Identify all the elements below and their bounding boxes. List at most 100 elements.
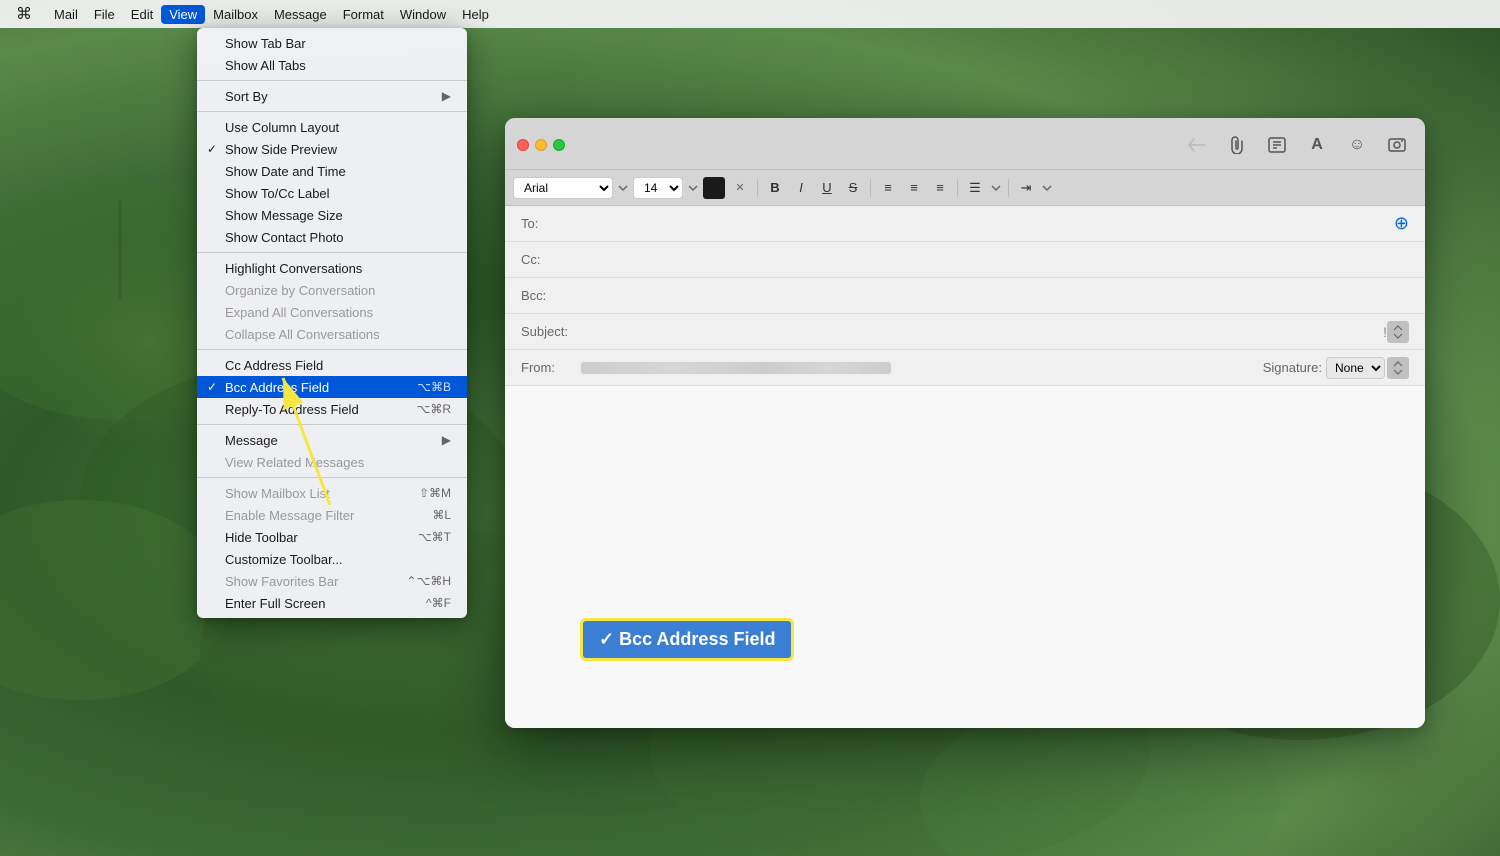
menu-item-message[interactable]: Message ▶ [197,429,467,451]
menu-label: Show Message Size [225,208,343,223]
strikethrough-button[interactable]: S [842,177,864,199]
menu-item-enter-full-screen[interactable]: Enter Full Screen ^⌘F [197,592,467,614]
menu-separator-3 [197,252,467,253]
align-left-button[interactable]: ≡ [877,177,899,199]
compose-body[interactable] [505,386,1425,728]
bold-button[interactable]: B [764,177,786,199]
bcc-field-row: Bcc: [505,278,1425,314]
menubar-message[interactable]: Message [266,5,335,24]
menubar-window[interactable]: Window [392,5,454,24]
fmt-separator-3 [957,179,958,197]
menu-label: Cc Address Field [225,358,323,373]
align-center-button[interactable]: ≡ [903,177,925,199]
view-dropdown-menu: Show Tab Bar Show All Tabs Sort By ▶ Use… [197,28,467,618]
underline-button[interactable]: U [816,177,838,199]
signature-select[interactable]: None [1326,357,1385,379]
bcc-label: Bcc: [521,288,581,303]
menubar-mailbox[interactable]: Mailbox [205,5,266,24]
apple-menu[interactable]: ⌘ [8,2,40,26]
list-button[interactable]: ☰ [964,177,986,199]
menubar-view[interactable]: View [161,5,205,24]
menu-item-use-column-layout[interactable]: Use Column Layout [197,116,467,138]
menu-item-show-tocc-label[interactable]: Show To/Cc Label [197,182,467,204]
menu-item-show-contact-photo[interactable]: Show Contact Photo [197,226,467,248]
menu-label: Show Mailbox List [225,486,330,501]
menu-label: View Related Messages [225,455,364,470]
menu-label: Enable Message Filter [225,508,354,523]
address-button[interactable] [1261,129,1293,161]
shortcut-label: ⌃⌥⌘H [406,574,451,588]
menu-item-view-related: View Related Messages [197,451,467,473]
subject-field-row: Subject: ! [505,314,1425,350]
subject-stepper[interactable] [1387,321,1409,343]
menu-label: Enter Full Screen [225,596,325,611]
from-field-row: From: Signature: None [505,350,1425,386]
italic-button[interactable]: I [790,177,812,199]
menu-label: Show Contact Photo [225,230,344,245]
bcc-input[interactable] [581,286,1409,305]
menu-item-highlight-conversations[interactable]: Highlight Conversations [197,257,467,279]
callout-label: ✓ Bcc Address Field [580,618,794,661]
align-right-button[interactable]: ≡ [929,177,951,199]
menu-item-reply-to-address[interactable]: Reply-To Address Field ⌥⌘R [197,398,467,420]
font-button[interactable]: A [1301,129,1333,161]
subject-label: Subject: [521,324,581,339]
minimize-button[interactable] [535,139,547,151]
menu-item-show-side-preview[interactable]: ✓ Show Side Preview [197,138,467,160]
formatting-bar: Arial 14 ✕ B I U S ≡ ≡ ≡ ☰ ⇥ [505,170,1425,206]
close-button[interactable] [517,139,529,151]
menu-item-show-tab-bar[interactable]: Show Tab Bar [197,32,467,54]
menubar-format[interactable]: Format [335,5,392,24]
menu-item-sort-by[interactable]: Sort By ▶ [197,85,467,107]
fmt-separator-2 [870,179,871,197]
subject-input[interactable] [581,322,1379,341]
menu-item-bcc-address-field[interactable]: ✓ Bcc Address Field ⌥⌘B [197,376,467,398]
to-input[interactable] [581,214,1390,233]
menu-item-customize-toolbar[interactable]: Customize Toolbar... [197,548,467,570]
menubar-file[interactable]: File [86,5,123,24]
menu-item-enable-filter: Enable Message Filter ⌘L [197,504,467,526]
size-select[interactable]: 14 [633,177,683,199]
from-label: From: [521,360,581,375]
menu-separator-5 [197,424,467,425]
font-select[interactable]: Arial [513,177,613,199]
menu-label: Expand All Conversations [225,305,373,320]
menu-label: Show Favorites Bar [225,574,338,589]
menu-item-collapse-conversations: Collapse All Conversations [197,323,467,345]
menubar-mail[interactable]: Mail [46,5,86,24]
signature-stepper[interactable] [1387,357,1409,379]
menubar-edit[interactable]: Edit [123,5,161,24]
submenu-arrow-icon: ▶ [442,89,451,103]
menu-item-hide-toolbar[interactable]: Hide Toolbar ⌥⌘T [197,526,467,548]
cc-input[interactable] [581,250,1409,269]
maximize-button[interactable] [553,139,565,151]
indent-button[interactable]: ⇥ [1015,177,1037,199]
photo-button[interactable] [1381,129,1413,161]
window-toolbar: A ☺ [505,118,1425,170]
shortcut-label: ⌥⌘B [417,380,451,394]
back-button [1181,129,1213,161]
menu-item-show-all-tabs[interactable]: Show All Tabs [197,54,467,76]
clear-format-button[interactable]: ✕ [729,177,751,199]
menu-label: Organize by Conversation [225,283,375,298]
menubar: ⌘ Mail File Edit View Mailbox Message Fo… [0,0,1500,28]
menu-label: Customize Toolbar... [225,552,343,567]
menu-item-show-date-time[interactable]: Show Date and Time [197,160,467,182]
menu-item-show-message-size[interactable]: Show Message Size [197,204,467,226]
menu-label: Show To/Cc Label [225,186,330,201]
menubar-help[interactable]: Help [454,5,497,24]
menu-item-organize-conversation: Organize by Conversation [197,279,467,301]
checkmark-icon: ✓ [207,380,217,394]
fmt-separator-4 [1008,179,1009,197]
menu-label: Hide Toolbar [225,530,298,545]
menu-item-cc-address-field[interactable]: Cc Address Field [197,354,467,376]
shortcut-label: ^⌘F [426,596,451,610]
add-recipient-button[interactable]: ⊕ [1394,213,1409,234]
menu-separator-4 [197,349,467,350]
menu-label: Message [225,433,278,448]
attach-button[interactable] [1221,129,1253,161]
text-color-button[interactable] [703,177,725,199]
callout-container: ✓ Bcc Address Field [580,618,794,661]
emoji-button[interactable]: ☺ [1341,129,1373,161]
fmt-separator-1 [757,179,758,197]
